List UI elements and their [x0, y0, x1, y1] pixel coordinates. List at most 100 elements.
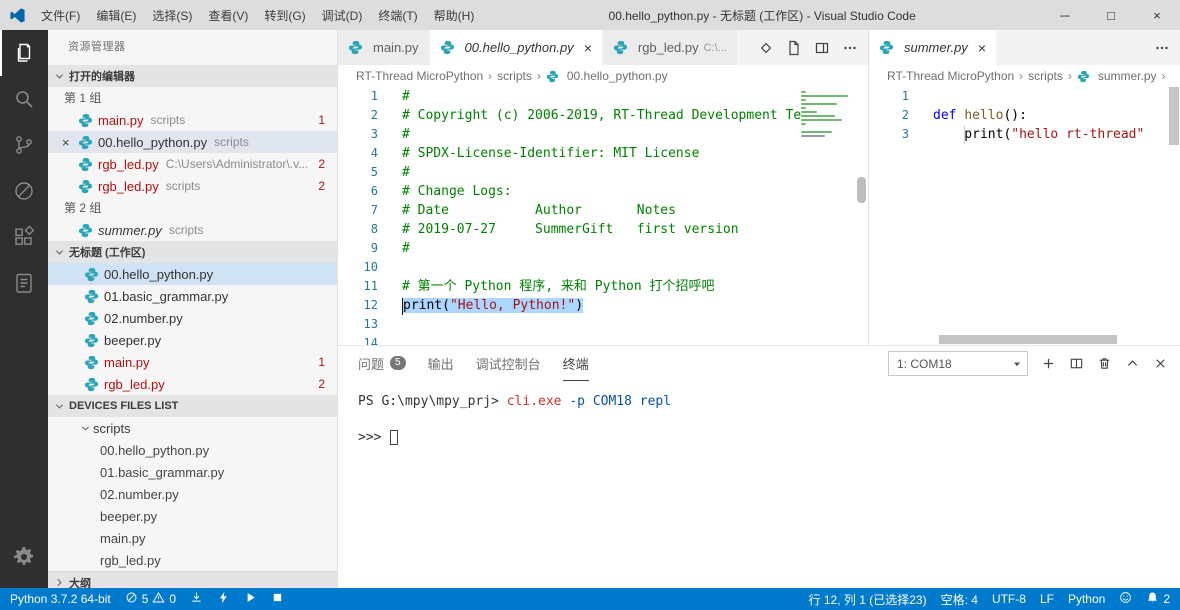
- workspace-file-item[interactable]: rgb_led.py2: [48, 373, 337, 395]
- breadcrumb-item[interactable]: scripts: [497, 69, 532, 83]
- menu-item[interactable]: 调试(D): [314, 0, 371, 30]
- open-editor-item[interactable]: ×00.hello_python.pyscripts: [48, 131, 337, 153]
- status-bar-right: 行 12, 列 1 (已选择23) 空格: 4 UTF-8 LF Python 2: [809, 591, 1170, 608]
- python-file-icon: [78, 113, 93, 128]
- open-editor-item[interactable]: rgb_led.pyscripts2: [48, 175, 337, 197]
- panel-tab[interactable]: 调试控制台: [476, 346, 541, 381]
- eol[interactable]: LF: [1040, 592, 1054, 606]
- extensions-icon[interactable]: [0, 214, 48, 260]
- tab-label: 00.hello_python.py: [465, 40, 574, 55]
- workspace-file-item[interactable]: 00.hello_python.py: [48, 263, 337, 285]
- open-changes-icon[interactable]: [758, 40, 774, 56]
- close-icon[interactable]: ×: [62, 135, 78, 150]
- open-editor-item[interactable]: main.pyscripts1: [48, 109, 337, 131]
- cursor-position[interactable]: 行 12, 列 1 (已选择23): [809, 591, 927, 608]
- download-button[interactable]: [190, 591, 203, 607]
- close-panel-button[interactable]: [1153, 356, 1168, 371]
- feedback-smiley[interactable]: [1119, 591, 1132, 607]
- editor-tab[interactable]: main.py: [338, 30, 430, 65]
- close-button[interactable]: ×: [1134, 0, 1180, 30]
- file-name: main.py: [98, 113, 144, 128]
- breadcrumb-item[interactable]: RT-Thread MicroPython: [887, 69, 1014, 83]
- workspace-file-item[interactable]: 01.basic_grammar.py: [48, 285, 337, 307]
- notifications-bell[interactable]: 2: [1146, 591, 1170, 607]
- more-actions-icon[interactable]: [1154, 40, 1170, 56]
- workspace-header[interactable]: 无标题 (工作区): [48, 241, 337, 263]
- open-preview-icon[interactable]: [786, 40, 802, 56]
- maximize-button[interactable]: □: [1088, 0, 1134, 30]
- device-file-item[interactable]: 01.basic_grammar.py: [48, 461, 337, 483]
- encoding[interactable]: UTF-8: [992, 592, 1026, 606]
- settings-gear-icon[interactable]: [0, 534, 48, 580]
- flash-button[interactable]: [217, 591, 230, 607]
- problem-count-badge: 2: [318, 179, 325, 193]
- menu-item[interactable]: 转到(G): [256, 0, 313, 30]
- split-terminal-button[interactable]: [1069, 356, 1084, 371]
- code-line: 5#: [338, 163, 868, 182]
- menu-item[interactable]: 文件(F): [33, 0, 88, 30]
- menu-item[interactable]: 查看(V): [200, 0, 256, 30]
- scrollbar-thumb[interactable]: [1169, 87, 1179, 145]
- kill-terminal-button[interactable]: [1097, 356, 1112, 371]
- problems-summary[interactable]: 50: [125, 591, 176, 607]
- workspace-file-item[interactable]: beeper.py: [48, 329, 337, 351]
- menu-item[interactable]: 终端(T): [370, 0, 425, 30]
- scrollbar-thumb[interactable]: [857, 177, 866, 203]
- device-file-item[interactable]: 02.number.py: [48, 483, 337, 505]
- stop-button[interactable]: [271, 591, 284, 607]
- close-icon[interactable]: ×: [584, 40, 592, 56]
- editor-tab[interactable]: 00.hello_python.py ×: [430, 30, 603, 65]
- close-icon[interactable]: ×: [978, 40, 986, 56]
- debug-icon[interactable]: [0, 168, 48, 214]
- serial-port-select[interactable]: 1: COM18: [888, 351, 1028, 376]
- explorer-icon[interactable]: [0, 30, 48, 76]
- open-editors-header[interactable]: 打开的编辑器: [48, 65, 337, 87]
- code-editor[interactable]: 12def hello():3 print("hello rt-thread": [869, 87, 1180, 345]
- split-editor-icon[interactable]: [814, 40, 830, 56]
- breadcrumb: RT-Thread MicroPython›scripts›summer.py›: [869, 65, 1180, 87]
- flash-icon: [217, 591, 230, 607]
- language-mode[interactable]: Python: [1068, 592, 1105, 606]
- indentation[interactable]: 空格: 4: [941, 591, 978, 608]
- run-button[interactable]: [244, 591, 257, 607]
- workbench: 资源管理器 打开的编辑器 第 1 组main.pyscripts1×00.hel…: [0, 30, 1180, 588]
- menu-item[interactable]: 编辑(E): [88, 0, 144, 30]
- workspace-file-item[interactable]: 02.number.py: [48, 307, 337, 329]
- panel-tab[interactable]: 问题5: [358, 346, 406, 381]
- device-file-item[interactable]: main.py: [48, 527, 337, 549]
- open-editor-item[interactable]: rgb_led.pyC:\Users\Administrator\.v...2: [48, 153, 337, 175]
- code-editor[interactable]: 1#2# Copyright (c) 2006-2019, RT-Thread …: [338, 87, 868, 345]
- devices-header[interactable]: DEVICES FILES LIST: [48, 395, 337, 417]
- code-segment: # SPDX-License-Identifier: MIT License: [402, 146, 699, 161]
- panel-tab[interactable]: 终端: [563, 346, 589, 381]
- maximize-panel-button[interactable]: [1125, 356, 1140, 371]
- minimap[interactable]: [798, 90, 852, 146]
- rt-thread-extension-icon[interactable]: [0, 260, 48, 306]
- editor-tab[interactable]: rgb_led.pyC:\...: [603, 30, 738, 65]
- terminal[interactable]: PS G:\mpy\mpy_prj> cli.exe -p COM18 repl…: [338, 381, 1180, 588]
- breadcrumb-item[interactable]: RT-Thread MicroPython: [356, 69, 483, 83]
- search-icon[interactable]: [0, 76, 48, 122]
- breadcrumb-item[interactable]: summer.py: [1098, 69, 1157, 83]
- new-terminal-button[interactable]: [1041, 356, 1056, 371]
- scrollbar-thumb[interactable]: [939, 335, 1117, 344]
- breadcrumb-item[interactable]: 00.hello_python.py: [567, 69, 668, 83]
- device-file-item[interactable]: 00.hello_python.py: [48, 439, 337, 461]
- python-interpreter[interactable]: Python 3.7.2 64-bit: [10, 592, 111, 606]
- menu-item[interactable]: 帮助(H): [426, 0, 483, 30]
- workspace-file-item[interactable]: main.py1: [48, 351, 337, 373]
- menu-item[interactable]: 选择(S): [144, 0, 200, 30]
- problem-count-badge: 2: [318, 157, 325, 171]
- breadcrumb-item[interactable]: scripts: [1028, 69, 1063, 83]
- device-file-item[interactable]: beeper.py: [48, 505, 337, 527]
- device-folder-item[interactable]: scripts: [48, 417, 337, 439]
- source-control-icon[interactable]: [0, 122, 48, 168]
- more-actions-icon[interactable]: [842, 40, 858, 56]
- minimize-button[interactable]: ─: [1042, 0, 1088, 30]
- editor-tab[interactable]: summer.py×: [869, 30, 997, 65]
- device-file-item[interactable]: rgb_led.py: [48, 549, 337, 571]
- explorer-sidebar: 资源管理器 打开的编辑器 第 1 组main.pyscripts1×00.hel…: [48, 30, 338, 588]
- open-editor-item[interactable]: summer.pyscripts: [48, 219, 337, 241]
- panel-tab[interactable]: 输出: [428, 346, 454, 381]
- outline-header[interactable]: 大纲: [48, 571, 337, 588]
